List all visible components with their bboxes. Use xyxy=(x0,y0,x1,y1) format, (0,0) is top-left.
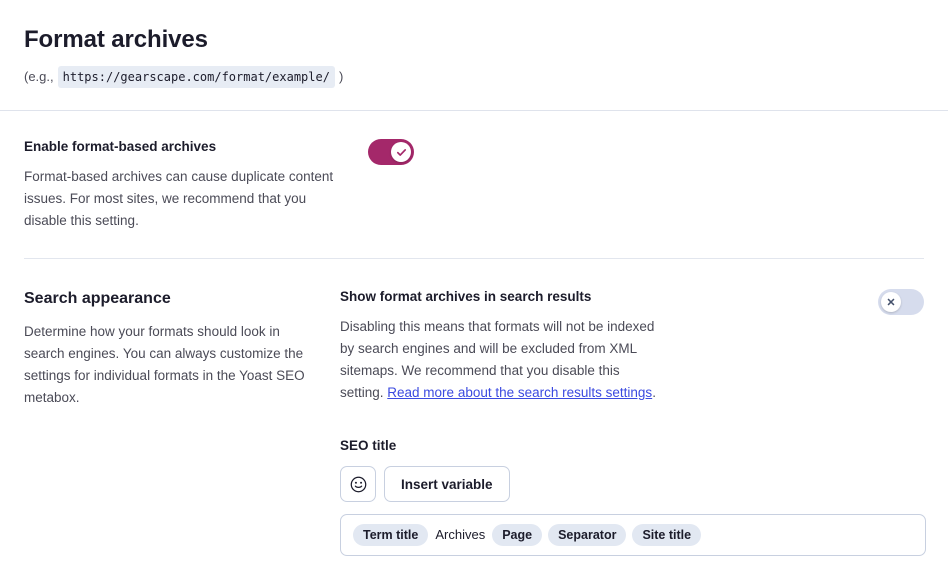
page-header: Format archives (e.g., https://gearscape… xyxy=(0,0,948,110)
show-in-search-results-description: Disabling this means that formats will n… xyxy=(340,316,658,404)
close-icon xyxy=(887,298,895,306)
search-appearance-section: Search appearance Determine how your for… xyxy=(0,259,948,556)
variable-token[interactable]: Term title xyxy=(353,524,429,546)
search-appearance-intro: Search appearance Determine how your for… xyxy=(24,287,340,556)
variable-token[interactable]: Separator xyxy=(548,524,627,546)
example-url-code: https://gearscape.com/format/example/ xyxy=(57,66,335,88)
example-prefix-label: (e.g., xyxy=(24,69,54,84)
show-in-search-results-label: Show format archives in search results xyxy=(340,289,592,304)
check-icon xyxy=(396,148,406,156)
page-title: Format archives xyxy=(24,26,208,53)
seo-title-label: SEO title xyxy=(340,438,397,453)
example-suffix-label: ) xyxy=(338,69,344,84)
plain-text-segment: Archives xyxy=(435,527,486,542)
seo-title-toolbar: Insert variable xyxy=(340,466,924,502)
enable-format-archives-section: Enable format-based archives Format-base… xyxy=(0,111,948,232)
variable-token[interactable]: Page xyxy=(492,524,543,546)
toggle-knob xyxy=(391,142,411,162)
enable-format-based-archives-toggle[interactable] xyxy=(368,139,414,165)
variable-token[interactable]: Site title xyxy=(632,524,702,546)
description-text-after-link: . xyxy=(652,385,656,400)
show-in-search-results-row: Show format archives in search results D… xyxy=(340,287,924,404)
search-appearance-description: Determine how your formats should look i… xyxy=(24,324,305,405)
seo-title-block: SEO title Insert variable Term title Arc… xyxy=(340,436,926,556)
emoji-picker-button[interactable] xyxy=(340,466,376,502)
enable-format-archives-label: Enable format-based archives xyxy=(24,139,217,154)
enable-format-archives-row: Enable format-based archives Format-base… xyxy=(24,137,414,232)
example-url-line: (e.g., https://gearscape.com/format/exam… xyxy=(24,66,924,88)
enable-format-archives-description: Format-based archives can cause duplicat… xyxy=(24,169,334,228)
insert-variable-button[interactable]: Insert variable xyxy=(384,466,510,502)
search-appearance-heading: Search appearance xyxy=(24,290,171,307)
toggle-knob xyxy=(881,292,901,312)
search-appearance-fields: Show format archives in search results D… xyxy=(340,287,926,556)
seo-title-input[interactable]: Term title Archives Page Separator Site … xyxy=(340,514,926,556)
smiley-icon xyxy=(350,476,366,492)
search-results-settings-link[interactable]: Read more about the search results setti… xyxy=(387,385,652,400)
show-format-archives-in-search-results-toggle[interactable] xyxy=(878,289,924,315)
